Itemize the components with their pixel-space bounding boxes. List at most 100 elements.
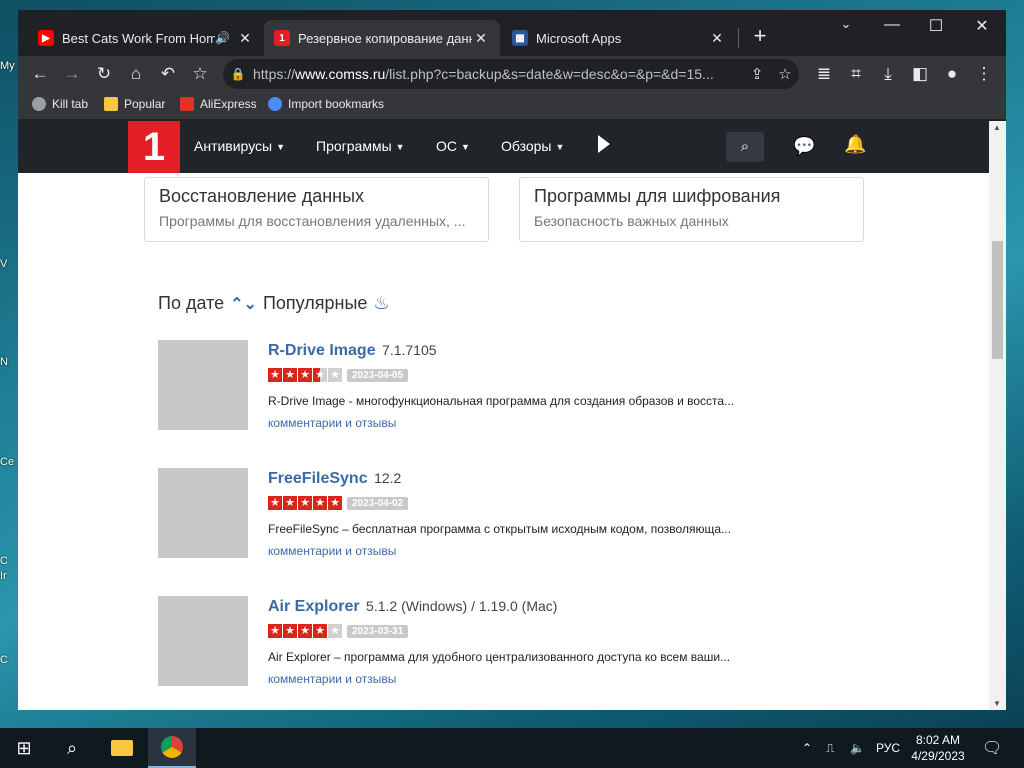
menu-kebab-icon[interactable]: ⋮ [972,62,996,86]
program-thumbnail[interactable] [158,340,248,430]
list-item: Air Explorer 5.1.2 (Windows) / 1.19.0 (M… [158,596,758,688]
search-taskbar-button[interactable]: ⌕ [48,728,96,768]
reviews-link[interactable]: комментарии и отзывы [268,416,396,430]
side-panel-icon[interactable]: ◧ [908,62,932,86]
nav-antivirus[interactable]: Антивирусы ▼ [194,138,285,154]
url-text[interactable]: https://www.comss.ru/list.php?c=backup&s… [253,66,743,82]
program-description: Air Explorer – программа для удобного це… [268,650,731,664]
program-thumbnail[interactable] [158,596,248,686]
list-item: R-Drive Image 7.1.7105 ★ ★ ★ ★ ★ 2023-04-05 … [158,340,758,432]
clock[interactable]: 8:02 AM 4/29/2023 [906,732,970,764]
desktop-icon-label[interactable]: Ir [0,570,7,582]
desktop-icon-label[interactable]: My [0,60,15,72]
caret-down-icon: ▼ [461,142,470,153]
download-icon[interactable]: ⤓ [876,62,900,86]
close-window-button[interactable]: ✕ [962,16,1002,36]
program-title-link[interactable]: R-Drive Image 7.1.7105 [268,342,437,360]
undo-icon[interactable]: ↶ [156,62,180,86]
tab-youtube[interactable]: ▶ Best Cats Work From Home 🔊 ✕ [28,20,264,56]
browser-window: ▶ Best Cats Work From Home 🔊 ✕ 1 Резервн… [18,10,1006,710]
sort-by-date-link[interactable]: По дате [158,293,224,314]
microsoft-apps-icon: ▦ [512,30,528,46]
file-explorer-button[interactable] [98,728,146,768]
home-icon[interactable]: ⌂ [124,62,148,86]
sort-direction-icon[interactable]: ⌃⌄ [230,294,257,314]
share-icon[interactable]: ⇪ [743,65,771,83]
profile-icon[interactable]: ● [940,62,964,86]
tab-search-icon[interactable]: ⌄ [826,16,866,32]
bookmarks-bar: Kill tab Popular AliExpress Import bookm… [18,92,1006,120]
tab-microsoft-apps[interactable]: ▦ Microsoft Apps ✕ [502,20,736,56]
star-icon: ★ [268,368,282,382]
start-button[interactable]: ⊞ [0,728,48,768]
site-logo[interactable]: 1 [128,121,180,173]
star-icon: ★ [313,624,327,638]
back-icon[interactable]: ← [28,62,52,86]
reload-icon[interactable]: ↻ [92,62,116,86]
bookmark-label: Popular [124,97,166,111]
bookmark-kill-tab[interactable]: Kill tab [32,97,88,111]
network-icon[interactable]: ⎍ [826,728,834,768]
date-badge: 2023-04-05 [347,368,409,382]
date-badge: 2023-04-02 [347,496,409,510]
scrollbar-thumb[interactable] [992,241,1003,359]
play-icon[interactable] [598,135,610,153]
nav-reviews[interactable]: Обзоры ▼ [501,138,564,154]
nav-programs[interactable]: Программы ▼ [316,138,405,154]
close-tab-icon[interactable]: ✕ [236,30,254,47]
show-hidden-icons[interactable]: ⌃ [802,728,812,768]
star-icon: ★ [313,496,327,510]
category-card-encryption[interactable]: Программы для шифрования Безопасность ва… [519,177,864,242]
desktop-icon-label[interactable]: C [0,555,8,567]
desktop-icon-label[interactable]: V [0,258,7,270]
tab-title: Резервное копирование данн [298,30,472,46]
bookmark-star-icon[interactable]: ☆ [188,62,212,86]
star-empty-icon: ★ [328,368,342,382]
caret-down-icon: ▼ [276,142,286,153]
star-empty-icon: ★ [328,624,342,638]
nav-label: Программы [316,138,392,154]
volume-icon[interactable]: 🔈 [850,728,865,768]
card-title: Восстановление данных [159,186,365,206]
new-tab-button[interactable]: + [748,24,772,48]
chrome-taskbar-button[interactable] [148,728,196,768]
forward-icon[interactable]: → [60,62,84,86]
bookmark-popular[interactable]: Popular [104,97,165,111]
globe-icon [32,97,46,111]
language-indicator[interactable]: РУС [876,728,900,768]
bookmark-aliexpress[interactable]: AliExpress [180,97,257,111]
program-title-link[interactable]: Air Explorer 5.1.2 (Windows) / 1.19.0 (M… [268,598,557,616]
desktop-icon-label[interactable]: Ce [0,456,14,468]
address-bar[interactable]: 🔒 https://www.comss.ru/list.php?c=backup… [223,59,799,89]
reviews-link[interactable]: комментарии и отзывы [268,544,396,558]
program-title-link[interactable]: FreeFileSync 12.2 [268,470,401,488]
desktop-icon-label[interactable]: N [0,356,8,368]
program-thumbnail[interactable] [158,468,248,558]
scroll-down-arrow-icon[interactable]: ▼ [993,699,1001,708]
page-scrollbar[interactable]: ▲ ▼ [989,121,1006,710]
category-card-recovery[interactable]: Восстановление данных Программы для восс… [144,177,489,242]
reading-list-icon[interactable]: ≣ [812,62,836,86]
minimize-button[interactable]: — [872,16,912,34]
close-tab-icon[interactable]: ✕ [708,30,726,47]
star-icon: ★ [268,624,282,638]
nav-os[interactable]: ОС ▼ [436,138,470,154]
caret-down-icon: ▼ [555,142,565,153]
scroll-up-arrow-icon[interactable]: ▲ [993,123,1001,132]
reviews-link[interactable]: комментарии и отзывы [268,672,396,686]
search-icon: ⌕ [740,138,750,155]
lock-icon[interactable]: 🔒 [223,67,253,81]
star-icon[interactable]: ☆ [771,65,799,83]
maximize-button[interactable]: ☐ [916,16,956,36]
desktop-icon-label[interactable]: C [0,654,8,666]
bookmark-import[interactable]: Import bookmarks [268,97,384,111]
close-tab-icon[interactable]: ✕ [472,30,490,47]
crop-icon[interactable]: ⌗ [844,62,868,86]
bell-icon[interactable]: 🔔 [844,134,866,155]
tab-comss[interactable]: 1 Резервное копирование данн ✕ [264,20,500,56]
search-button[interactable]: ⌕ [726,132,764,162]
sort-popular-link[interactable]: Популярные [263,293,367,314]
chat-icon[interactable]: 💬 [793,136,815,157]
notifications-icon[interactable]: 🗨 [982,728,1002,768]
speaker-icon[interactable]: 🔊 [215,31,230,45]
